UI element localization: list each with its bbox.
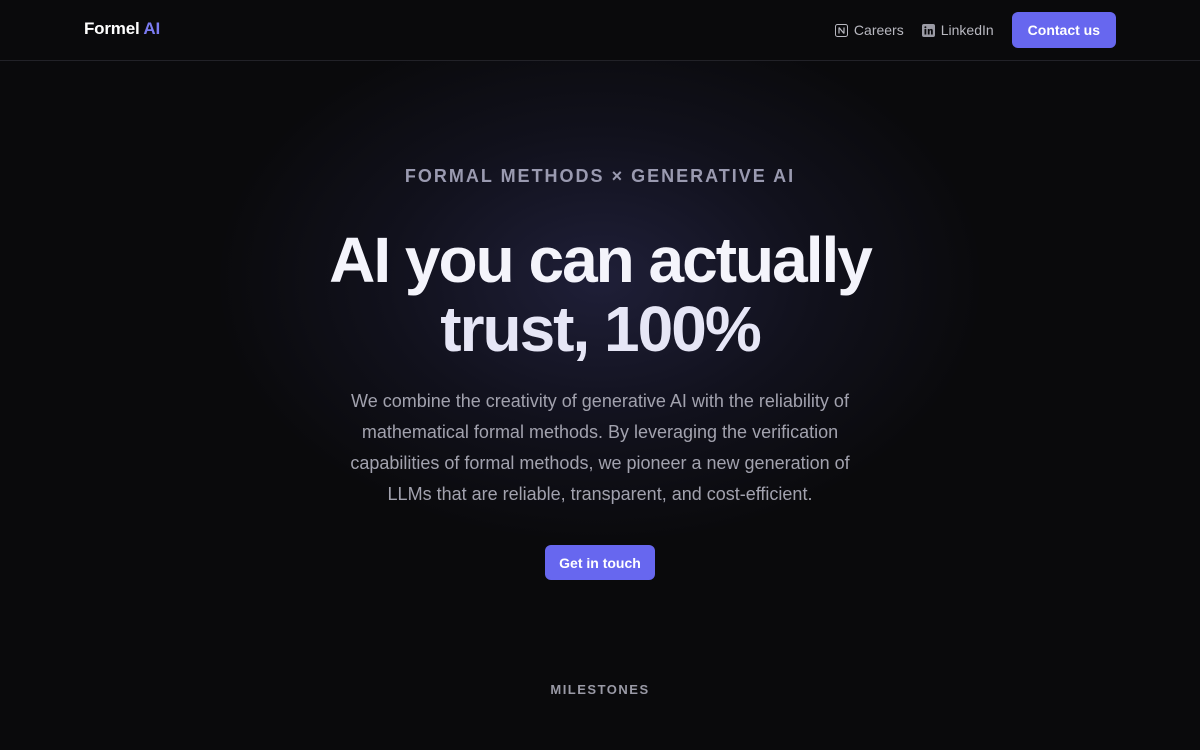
headline-line-1: AI you can actually [329, 224, 873, 296]
nav-link-label: LinkedIn [940, 22, 994, 38]
contact-button[interactable]: Contact us [1011, 12, 1116, 48]
notion-icon [834, 23, 848, 37]
logo-accent: AI [143, 19, 160, 38]
landing-page: Formel AI Careers LinkedIn Contact us FO… [0, 0, 1200, 750]
linkedin-icon [921, 23, 935, 37]
milestones-heading: MILESTONES [550, 682, 650, 697]
hero-headline: AI you can actually trust, 100% [0, 226, 1200, 364]
nav-link-careers[interactable]: Careers [834, 22, 904, 38]
get-in-touch-button[interactable]: Get in touch [545, 545, 655, 580]
site-header: Formel AI Careers LinkedIn Contact us [0, 0, 1200, 61]
nav-link-linkedin[interactable]: LinkedIn [921, 22, 994, 38]
hero-eyebrow: FORMAL METHODS × GENERATIVE AI [404, 166, 796, 186]
logo-main: Formel [84, 19, 140, 38]
nav-link-label: Careers [853, 22, 904, 38]
hero-description: We combine the creativity of generative … [350, 391, 850, 504]
top-nav: Careers LinkedIn Contact us [834, 12, 1116, 48]
logo[interactable]: Formel AI [84, 19, 160, 39]
headline-line-2: trust, 100% [440, 293, 761, 365]
